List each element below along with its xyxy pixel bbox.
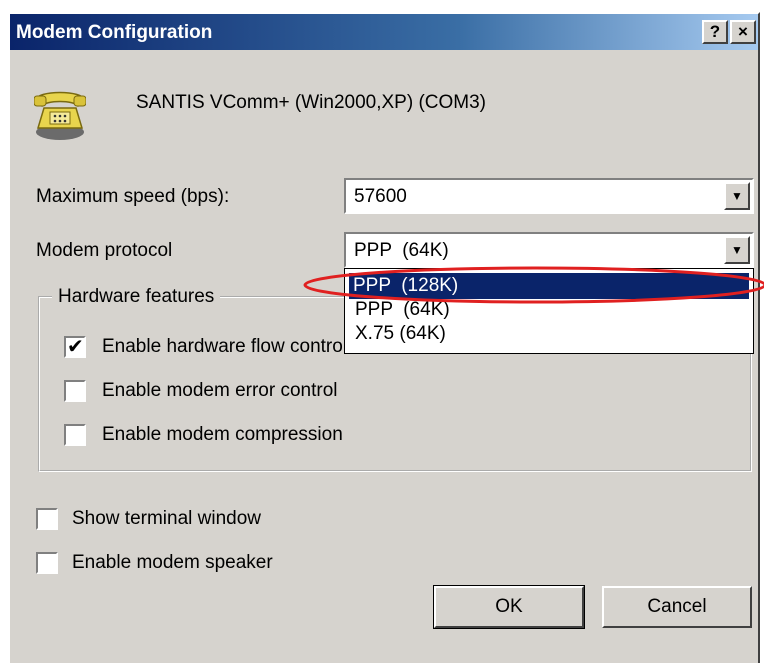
help-button[interactable]: ? (702, 20, 728, 44)
maximum-speed-label-text: Maximum speed (bps): (36, 186, 230, 207)
window-title: Modem Configuration (16, 22, 213, 43)
protocol-option-ppp-128k[interactable]: PPP (128K) (349, 273, 749, 299)
ok-button[interactable]: OK (433, 585, 585, 629)
cancel-button[interactable]: Cancel (602, 586, 752, 628)
show-terminal-window-label[interactable]: Show terminal window (72, 508, 261, 530)
modem-protocol-dropdown-list: PPP (128K) PPP (64K) X.75 (64K) (344, 268, 754, 354)
modem-error-control-label[interactable]: Enable modem error control (102, 380, 338, 402)
modem-speaker-checkbox[interactable] (36, 552, 58, 574)
close-button[interactable]: × (730, 20, 756, 44)
protocol-option-ppp-64k[interactable]: PPP (64K) (351, 297, 753, 323)
chevron-down-icon[interactable]: ▼ (724, 236, 750, 264)
modem-protocol-value: PPP (64K) (354, 240, 449, 261)
maximum-speed-value: 57600 (354, 186, 407, 207)
hardware-flow-control-checkbox[interactable]: ✔ (64, 336, 86, 358)
protocol-option-x75-64k[interactable]: X.75 (64K) (351, 321, 753, 347)
maximum-speed-label: Maximum speed (bps): (36, 186, 229, 208)
modem-protocol-select[interactable]: PPP (64K) ▼ (344, 232, 754, 268)
maximum-speed-select[interactable]: 57600 ▼ (344, 178, 754, 214)
show-terminal-window-checkbox[interactable] (36, 508, 58, 530)
title-bar[interactable]: Modem Configuration ? × (10, 14, 758, 50)
modem-protocol-label: Modem protocol (36, 240, 172, 262)
telephone-modem-icon (34, 91, 86, 140)
check-mark-icon: ✔ (67, 336, 84, 358)
modem-compression-label[interactable]: Enable modem compression (102, 424, 343, 446)
modem-protocol-label-text: Modem protocol (36, 240, 173, 261)
device-name: SANTIS VComm+ (Win2000,XP) (COM3) (136, 92, 486, 113)
modem-compression-checkbox[interactable] (64, 424, 86, 446)
chevron-down-icon[interactable]: ▼ (724, 182, 750, 210)
hardware-features-legend: Hardware features (52, 286, 221, 308)
hardware-flow-control-label[interactable]: Enable hardware flow control (102, 336, 347, 358)
modem-error-control-checkbox[interactable] (64, 380, 86, 402)
modem-speaker-label[interactable]: Enable modem speaker (72, 552, 273, 574)
modem-configuration-dialog: Modem Configuration ? × SANTIS VComm+ (W… (8, 12, 764, 663)
